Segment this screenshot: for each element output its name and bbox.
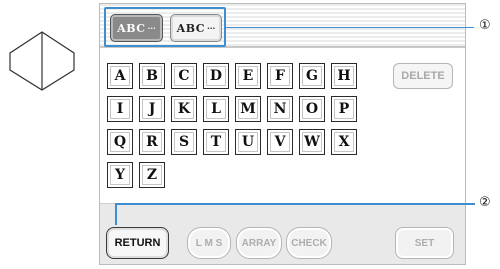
- callout-2-line: [115, 203, 475, 205]
- character-key-a[interactable]: A: [107, 63, 133, 89]
- font-button-1-dots: ···: [147, 23, 156, 33]
- character-key-n[interactable]: N: [267, 96, 293, 122]
- check-button[interactable]: CHECK: [286, 227, 332, 259]
- character-key-c[interactable]: C: [171, 63, 197, 89]
- font-button-1-label: ABC: [117, 21, 146, 35]
- character-key-w[interactable]: W: [299, 129, 325, 155]
- font-button-2-label: ABC: [176, 21, 205, 35]
- character-key-f[interactable]: F: [267, 63, 293, 89]
- character-key-l[interactable]: L: [203, 96, 229, 122]
- array-button[interactable]: ARRAY: [236, 227, 282, 259]
- character-key-o[interactable]: O: [299, 96, 325, 122]
- character-key-v[interactable]: V: [267, 129, 293, 155]
- character-key-k[interactable]: K: [171, 96, 197, 122]
- font-character-panel: ABC ··· ABC ··· DELETE RETURN L M S ARRAY …: [99, 3, 466, 265]
- font-button-2[interactable]: ABC ···: [170, 14, 222, 42]
- character-key-d[interactable]: D: [203, 63, 229, 89]
- font-button-2-dots: ···: [206, 23, 216, 33]
- character-key-z[interactable]: Z: [139, 162, 165, 188]
- character-key-y[interactable]: Y: [107, 162, 133, 188]
- character-key-t[interactable]: T: [203, 129, 229, 155]
- return-button[interactable]: RETURN: [106, 227, 169, 259]
- character-key-g[interactable]: G: [299, 63, 325, 89]
- font-button-1[interactable]: ABC ···: [110, 14, 163, 42]
- callout-1-line: [225, 27, 474, 28]
- bottom-toolbar: RETURN L M S ARRAY CHECK SET: [100, 203, 465, 264]
- lms-button[interactable]: L M S: [187, 227, 231, 259]
- character-key-b[interactable]: B: [139, 63, 165, 89]
- callout-2-line-vertical: [115, 203, 117, 225]
- character-key-j[interactable]: J: [139, 96, 165, 122]
- character-key-s[interactable]: S: [171, 129, 197, 155]
- character-key-h[interactable]: H: [331, 63, 357, 89]
- font-select-group: ABC ··· ABC ···: [104, 7, 226, 47]
- set-button[interactable]: SET: [395, 227, 454, 259]
- character-key-q[interactable]: Q: [107, 129, 133, 155]
- fold-icon: [9, 31, 75, 91]
- character-key-u[interactable]: U: [235, 129, 261, 155]
- callout-1-number: ①: [479, 18, 491, 33]
- character-key-p[interactable]: P: [331, 96, 357, 122]
- character-key-r[interactable]: R: [139, 129, 165, 155]
- character-key-m[interactable]: M: [235, 96, 261, 122]
- callout-2-number: ②: [479, 195, 491, 210]
- character-key-i[interactable]: I: [107, 96, 133, 122]
- character-key-x[interactable]: X: [331, 129, 357, 155]
- character-key-e[interactable]: E: [235, 63, 261, 89]
- delete-button[interactable]: DELETE: [393, 63, 453, 89]
